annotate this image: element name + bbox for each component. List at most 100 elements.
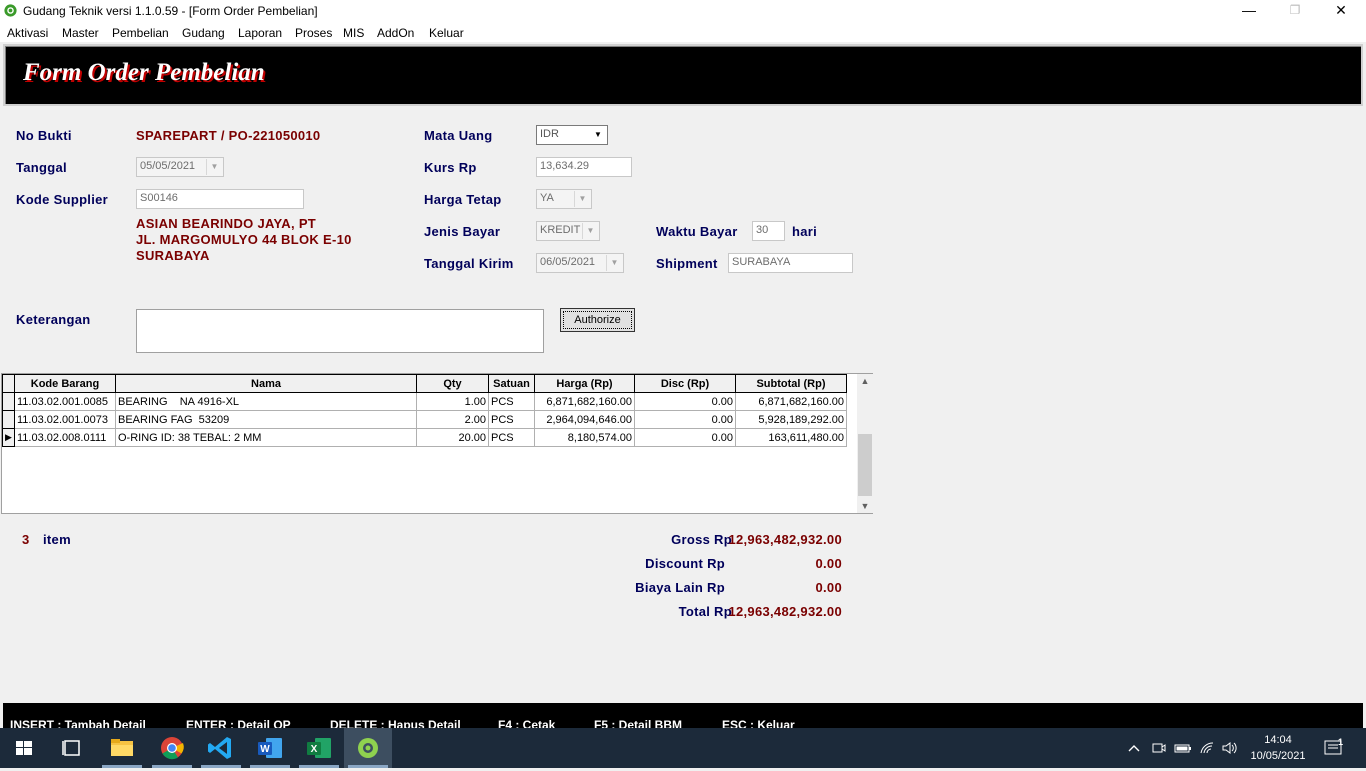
chrome-button[interactable] [148,728,196,768]
menu-proses[interactable]: Proses [295,26,332,40]
cell-harga[interactable]: 2,964,094,646.00 [534,410,635,429]
shipment-field[interactable]: SURABAYA [728,253,853,273]
chevron-down-icon[interactable]: ▼ [582,223,598,239]
mata-uang-select[interactable]: IDR ▼ [536,125,608,145]
restore-button[interactable]: ❐ [1272,0,1318,22]
start-button[interactable] [0,728,48,768]
chevron-down-icon[interactable]: ▼ [606,255,622,271]
cell-disc[interactable]: 0.00 [634,410,736,429]
cell-qty[interactable]: 20.00 [416,428,489,447]
cell-disc[interactable]: 0.00 [634,428,736,447]
word-button[interactable]: W [246,728,294,768]
no-bukti-label: No Bukti [16,128,72,143]
cell-harga[interactable]: 6,871,682,160.00 [534,392,635,411]
menu-keluar[interactable]: Keluar [429,26,464,40]
current-row-indicator: ▶ [2,428,15,447]
task-view-button[interactable] [48,728,96,768]
scroll-up-icon[interactable]: ▲ [857,376,873,386]
table-row[interactable]: 11.03.02.001.0073 BEARING FAG 53209 2.00… [2,410,847,429]
tanggal-date-picker[interactable]: 05/05/2021 ▼ [136,157,224,177]
cell-qty[interactable]: 2.00 [416,410,489,429]
col-qty[interactable]: Qty [416,374,489,393]
cell-kode[interactable]: 11.03.02.008.0111 [14,428,116,447]
cell-satuan[interactable]: PCS [488,392,535,411]
scrollbar-thumb[interactable] [858,434,872,496]
col-subtotal[interactable]: Subtotal (Rp) [735,374,847,393]
col-disc[interactable]: Disc (Rp) [634,374,736,393]
title-bar: Gudang Teknik versi 1.1.0.59 - [Form Ord… [0,0,1366,22]
mata-uang-label: Mata Uang [424,128,493,143]
wifi-icon[interactable] [1199,740,1215,756]
cell-kode[interactable]: 11.03.02.001.0073 [14,410,116,429]
battery-icon[interactable] [1174,740,1192,756]
shortcut-footer: INSERT : Tambah Detail ENTER : Detail OP… [3,703,1363,728]
word-icon: W [258,738,282,758]
cell-nama[interactable]: BEARING FAG 53209 [115,410,417,429]
gross-value: 12,963,482,932.00 [728,532,842,547]
file-explorer-button[interactable] [98,728,146,768]
col-harga[interactable]: Harga (Rp) [534,374,635,393]
cell-qty[interactable]: 1.00 [416,392,489,411]
col-kode-barang[interactable]: Kode Barang [14,374,116,393]
col-nama[interactable]: Nama [115,374,417,393]
chevron-up-icon[interactable] [1126,740,1142,756]
volume-icon[interactable] [1221,740,1239,756]
gudang-teknik-button[interactable] [344,728,392,768]
gross-label: Gross Rp [671,532,732,547]
col-satuan[interactable]: Satuan [488,374,535,393]
scroll-down-icon[interactable]: ▼ [857,501,873,511]
authorize-button-label: Authorize [563,311,632,329]
harga-tetap-select[interactable]: YA ▼ [536,189,592,209]
menu-addon[interactable]: AddOn [377,26,414,40]
menu-gudang[interactable]: Gudang [182,26,225,40]
cell-subtotal[interactable]: 163,611,480.00 [735,428,847,447]
harga-tetap-label: Harga Tetap [424,192,502,207]
chevron-down-icon[interactable]: ▼ [206,159,222,175]
excel-button[interactable]: X [295,728,343,768]
window-title: Gudang Teknik versi 1.1.0.59 - [Form Ord… [23,4,318,18]
cell-subtotal[interactable]: 5,928,189,292.00 [735,410,847,429]
chevron-down-icon[interactable]: ▼ [590,127,606,143]
keterangan-textarea[interactable] [136,309,544,353]
menu-master[interactable]: Master [62,26,99,40]
cell-disc[interactable]: 0.00 [634,392,736,411]
discount-value: 0.00 [815,556,842,571]
svg-text:X: X [311,744,318,755]
tanggal-kirim-value: 06/05/2021 [540,256,596,268]
authorize-button[interactable]: Authorize [560,308,635,332]
chevron-down-icon[interactable]: ▼ [574,191,590,207]
system-clock[interactable]: 14:04 10/05/2021 [1250,732,1306,764]
cell-nama[interactable]: O-RING ID: 38 TEBAL: 2 MM [115,428,417,447]
tanggal-kirim-date-picker[interactable]: 06/05/2021 ▼ [536,253,624,273]
cell-nama[interactable]: BEARING NA 4916-XL [115,392,417,411]
order-detail-grid[interactable]: Kode Barang Nama Qty Satuan Harga (Rp) D… [1,373,873,514]
cell-harga[interactable]: 8,180,574.00 [534,428,635,447]
menu-laporan[interactable]: Laporan [238,26,282,40]
biaya-lain-label: Biaya Lain Rp [635,580,725,595]
supplier-name: ASIAN BEARINDO JAYA, PT [136,216,317,231]
table-row[interactable]: 11.03.02.001.0085 BEARING NA 4916-XL 1.0… [2,392,847,411]
cell-kode[interactable]: 11.03.02.001.0085 [14,392,116,411]
meet-now-icon[interactable] [1151,740,1167,756]
row-indicator-header [2,374,15,393]
close-button[interactable]: ✕ [1318,0,1364,22]
menu-mis[interactable]: MIS [343,26,364,40]
jenis-bayar-value: KREDIT [540,224,581,236]
vscode-button[interactable] [197,728,245,768]
minimize-button[interactable]: — [1226,0,1272,22]
menu-aktivasi[interactable]: Aktivasi [7,26,48,40]
menu-pembelian[interactable]: Pembelian [112,26,169,40]
vertical-scrollbar[interactable]: ▲ ▼ [857,374,873,513]
table-row[interactable]: ▶ 11.03.02.008.0111 O-RING ID: 38 TEBAL:… [2,428,847,447]
jenis-bayar-select[interactable]: KREDIT ▼ [536,221,600,241]
kurs-field[interactable]: 13,634.29 [536,157,632,177]
order-detail-table: Kode Barang Nama Qty Satuan Harga (Rp) D… [2,374,847,447]
cell-satuan[interactable]: PCS [488,428,535,447]
kode-supplier-field[interactable]: S00146 [136,189,304,209]
mata-uang-value: IDR [540,128,559,140]
cell-satuan[interactable]: PCS [488,410,535,429]
waktu-bayar-field[interactable]: 30 [752,221,785,241]
cell-subtotal[interactable]: 6,871,682,160.00 [735,392,847,411]
gudang-teknik-icon [358,738,378,758]
excel-icon: X [307,738,331,758]
